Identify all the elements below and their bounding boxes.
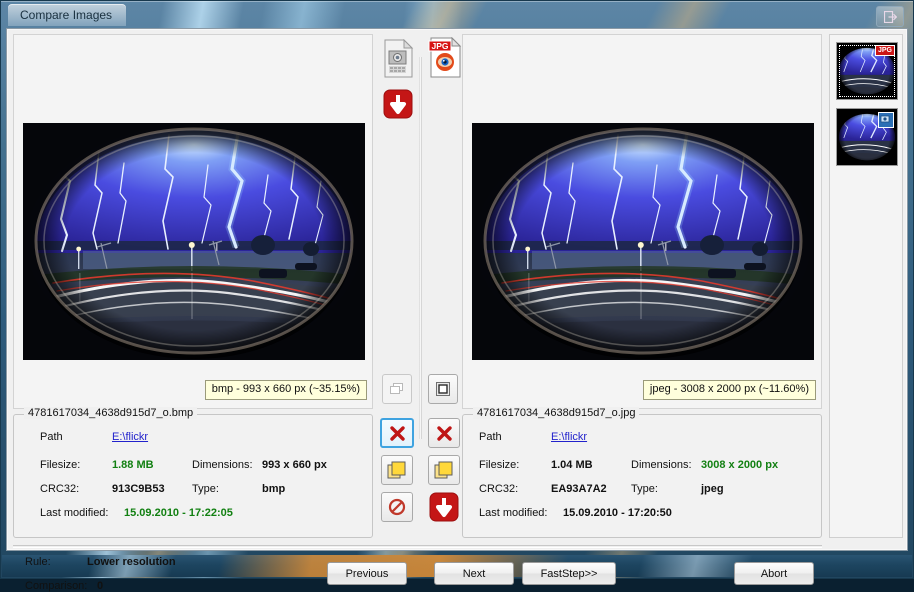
thumbnail-item-2[interactable] [836,108,898,166]
compare-images-window: Compare Images bmp - 993 x 660 px (~35.1… [0,0,914,592]
bmp-file-icon-graphic [384,38,414,78]
left-image-panel: bmp - 993 x 660 px (~35.15%) [13,34,373,409]
right-image-size-label: jpeg - 3008 x 2000 px (~11.60%) [642,380,816,400]
center-tool-column: JPG [375,34,462,409]
left-modified-value: 15.09.2010 - 17:22:05 [124,507,233,519]
right-path-label: Path [479,431,502,443]
yellow-pages-copy-icon [434,461,453,479]
right-filesize-label: Filesize: [479,459,520,471]
faststep-button[interactable]: FastStep>> [522,562,616,585]
right-dimensions-label: Dimensions: [631,459,692,471]
title-bar: Compare Images [1,1,914,31]
left-restore-window-button[interactable] [382,374,412,404]
right-crc-label: CRC32: [479,483,519,495]
left-path-link[interactable]: E:\flickr [112,431,148,443]
svg-text:JPG: JPG [431,41,448,51]
footer-separator-highlight [13,547,822,548]
comparison-label: Comparison: [25,580,88,592]
thumbnail-2-badge-icon [878,112,894,128]
previous-button[interactable]: Previous [327,562,407,585]
left-type-label: Type: [192,483,219,495]
thumbnail-1-badge: JPG [874,45,895,56]
right-image-preview[interactable] [472,123,814,360]
right-type-value: jpeg [701,483,724,495]
no-entry-disabled-icon [388,498,406,516]
right-file-info-group: 4781617034_4638d915d7_o.jpg Path E:\flic… [462,407,822,538]
jpg-file-icon[interactable]: JPG [428,36,462,78]
right-delete-button[interactable] [428,418,460,448]
right-modified-value: 15.09.2010 - 17:20:50 [563,507,672,519]
left-dimensions-value: 993 x 660 px [262,459,327,471]
bmp-file-icon[interactable] [382,38,416,79]
red-down-arrow-icon-top[interactable] [383,89,413,122]
red-x-delete-icon [436,425,452,441]
footer-separator [13,545,822,546]
maximize-window-icon [436,382,450,396]
window-title: Compare Images [8,4,127,26]
thumbnail-1-graphic [837,43,897,99]
left-filesize-label: Filesize: [40,459,81,471]
right-move-button[interactable] [428,492,460,522]
red-down-arrow-icon [429,492,459,522]
rule-value: Lower resolution [87,556,176,568]
client-area: bmp - 993 x 660 px (~35.15%) jpeg - 3008… [6,28,908,592]
right-copy-button[interactable] [428,455,460,485]
right-type-label: Type: [631,483,658,495]
left-crc-label: CRC32: [40,483,80,495]
jpg-file-icon-graphic: JPG [428,36,462,78]
left-dimensions-label: Dimensions: [192,459,253,471]
restore-window-icon [390,383,403,394]
left-delete-button[interactable] [380,418,414,448]
left-filename: 4781617034_4638d915d7_o.bmp [24,407,198,419]
left-type-value: bmp [262,483,286,495]
left-file-info-group: 4781617034_4638d915d7_o.bmp Path E:\flic… [13,407,373,538]
rule-label: Rule: [25,556,51,568]
left-crc-value: 913C9B53 [112,483,165,495]
right-filesize-value: 1.04 MB [551,459,593,471]
close-window-button[interactable] [876,6,904,27]
abort-button[interactable]: Abort [734,562,814,585]
bmp-badge-icon [880,115,890,123]
center-action-column [375,414,461,538]
next-button[interactable]: Next [434,562,514,585]
right-photo-graphic [472,123,814,360]
right-maximize-window-button[interactable] [428,374,458,404]
yellow-pages-copy-icon [387,461,406,479]
exit-arrow-icon [883,10,897,23]
left-block-button[interactable] [381,492,413,522]
right-dimensions-value: 3008 x 2000 px [701,459,779,471]
right-path-link[interactable]: E:\flickr [551,431,587,443]
thumbnail-strip[interactable]: JPG [829,34,903,538]
left-photo-graphic [23,123,365,360]
left-image-preview[interactable] [23,123,365,360]
left-copy-button[interactable] [381,455,413,485]
left-image-size-label: bmp - 993 x 660 px (~35.15%) [204,380,367,400]
red-down-arrow-icon [383,89,413,119]
right-modified-label: Last modified: [479,507,548,519]
left-modified-label: Last modified: [40,507,109,519]
right-image-panel: jpeg - 3008 x 2000 px (~11.60%) [462,34,822,409]
left-filesize-value: 1.88 MB [112,459,154,471]
comparison-value: 0 [97,580,104,592]
red-x-delete-icon [389,425,405,441]
left-path-label: Path [40,431,63,443]
right-crc-value: EA93A7A2 [551,483,607,495]
right-filename: 4781617034_4638d915d7_o.jpg [473,407,640,419]
thumbnail-item-1[interactable]: JPG [836,42,898,100]
